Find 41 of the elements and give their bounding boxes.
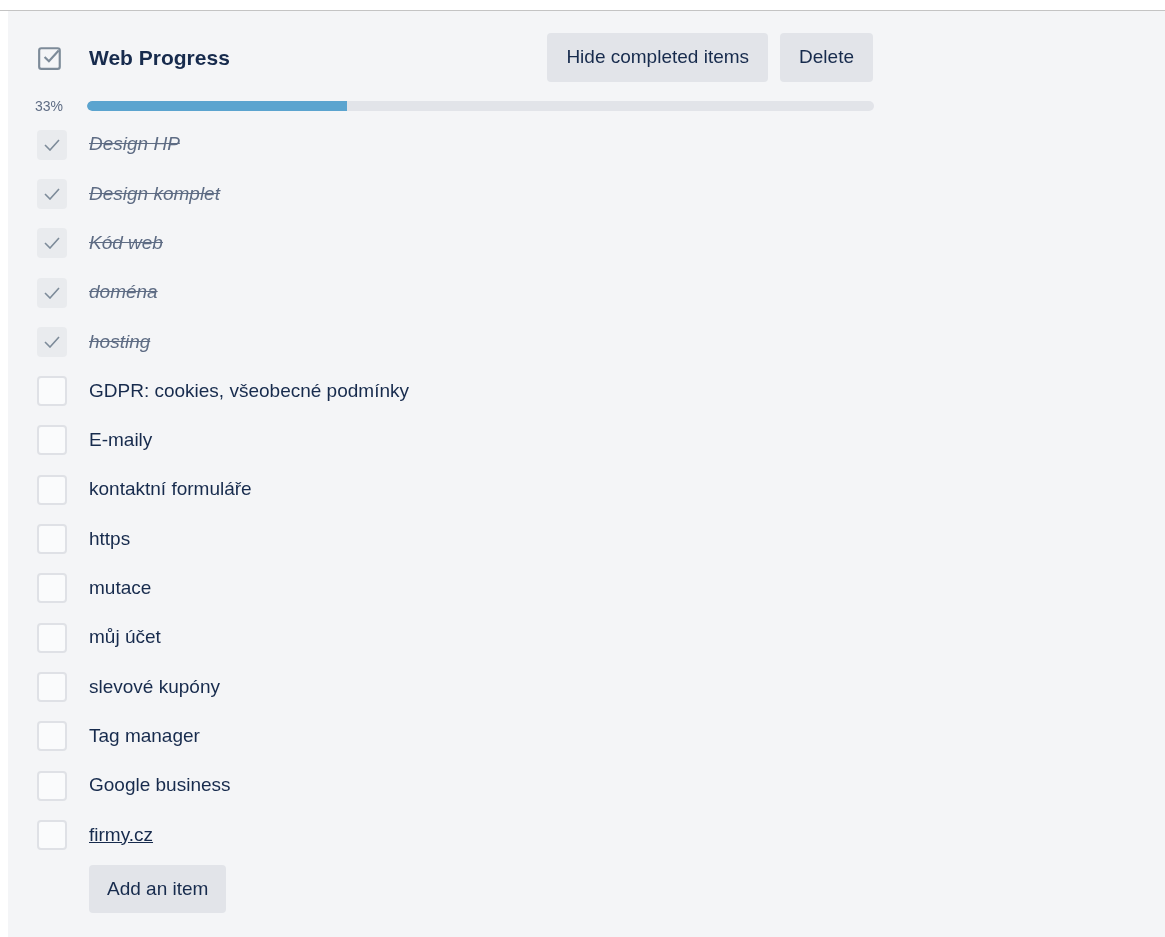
item-text: Design HP	[89, 132, 180, 157]
item-text: Design komplet	[89, 181, 220, 206]
checkbox[interactable]	[37, 376, 67, 407]
checkbox[interactable]	[37, 425, 67, 456]
checkbox[interactable]	[37, 129, 67, 160]
checkbox[interactable]	[37, 770, 67, 801]
checkbox[interactable]	[37, 573, 67, 604]
checkbox[interactable]	[37, 524, 67, 554]
checkmark-icon	[44, 138, 60, 151]
toolbar-button[interactable]: Hide completed items	[547, 33, 769, 82]
checkbox[interactable]	[37, 671, 67, 702]
checkmark-icon	[44, 187, 60, 200]
checkmark-icon	[44, 237, 60, 250]
item-text: kontaktní formuláře	[89, 477, 252, 502]
toolbar-button[interactable]: Delete	[780, 33, 873, 82]
item-text: Tag manager	[89, 723, 200, 748]
checklist-icon	[37, 44, 63, 71]
item-link[interactable]: firmy.cz	[89, 820, 154, 850]
item-text: mutace	[89, 576, 152, 601]
progress-percentage: 33%	[35, 96, 65, 116]
item-text: můj účet	[89, 625, 161, 650]
item-text: hosting	[89, 329, 151, 354]
item-text: GDPR: cookies, všeobecné podmínky	[89, 378, 409, 403]
checkbox[interactable]	[37, 474, 67, 505]
checkbox[interactable]	[37, 721, 67, 752]
item-text: slevové kupóny	[89, 674, 220, 699]
checkbox[interactable]	[37, 277, 67, 308]
checkbox[interactable]	[37, 326, 67, 357]
checkbox[interactable]	[37, 228, 67, 259]
item-text: Kód web	[89, 231, 163, 255]
item-text: doména	[89, 280, 158, 305]
checkbox[interactable]	[37, 178, 67, 209]
checkmark-icon	[44, 286, 60, 299]
checkbox[interactable]	[37, 819, 67, 850]
item-text: https	[89, 526, 131, 551]
item-text: E-maily	[89, 428, 153, 453]
checkmark-icon	[44, 335, 60, 348]
add-item-button[interactable]: Add an item	[89, 865, 227, 914]
item-text: Google business	[89, 773, 231, 798]
checklist-title: Web Progress	[89, 44, 231, 71]
checkbox[interactable]	[37, 622, 67, 653]
